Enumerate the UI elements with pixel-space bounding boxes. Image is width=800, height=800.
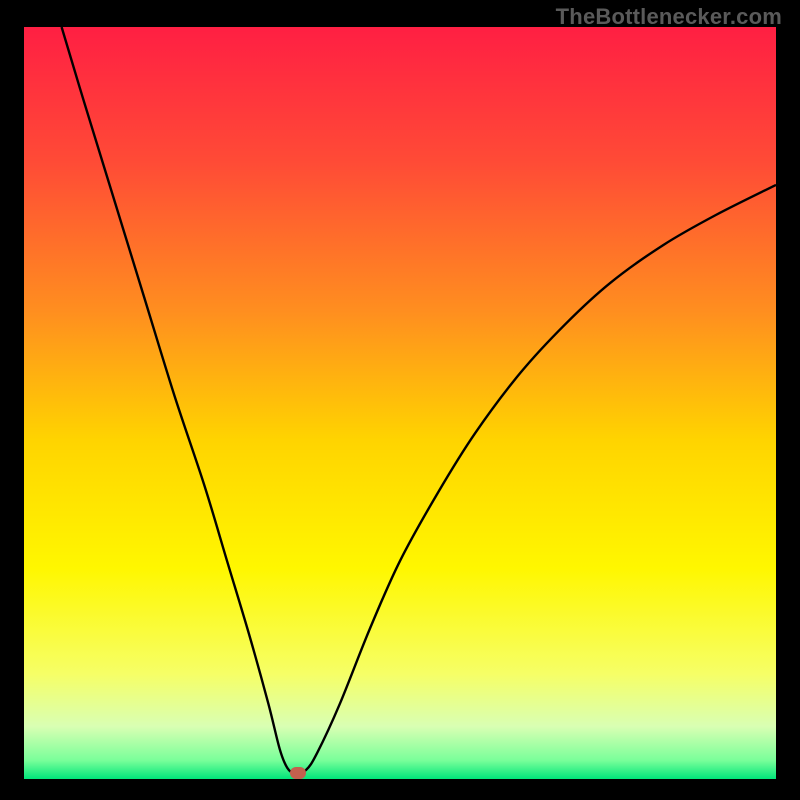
plot-area — [24, 27, 776, 779]
gradient-background — [24, 27, 776, 779]
optimal-point-marker — [290, 767, 306, 779]
watermark-label: TheBottlenecker.com — [556, 4, 782, 30]
chart-frame: TheBottlenecker.com — [0, 0, 800, 800]
plot-svg — [24, 27, 776, 779]
